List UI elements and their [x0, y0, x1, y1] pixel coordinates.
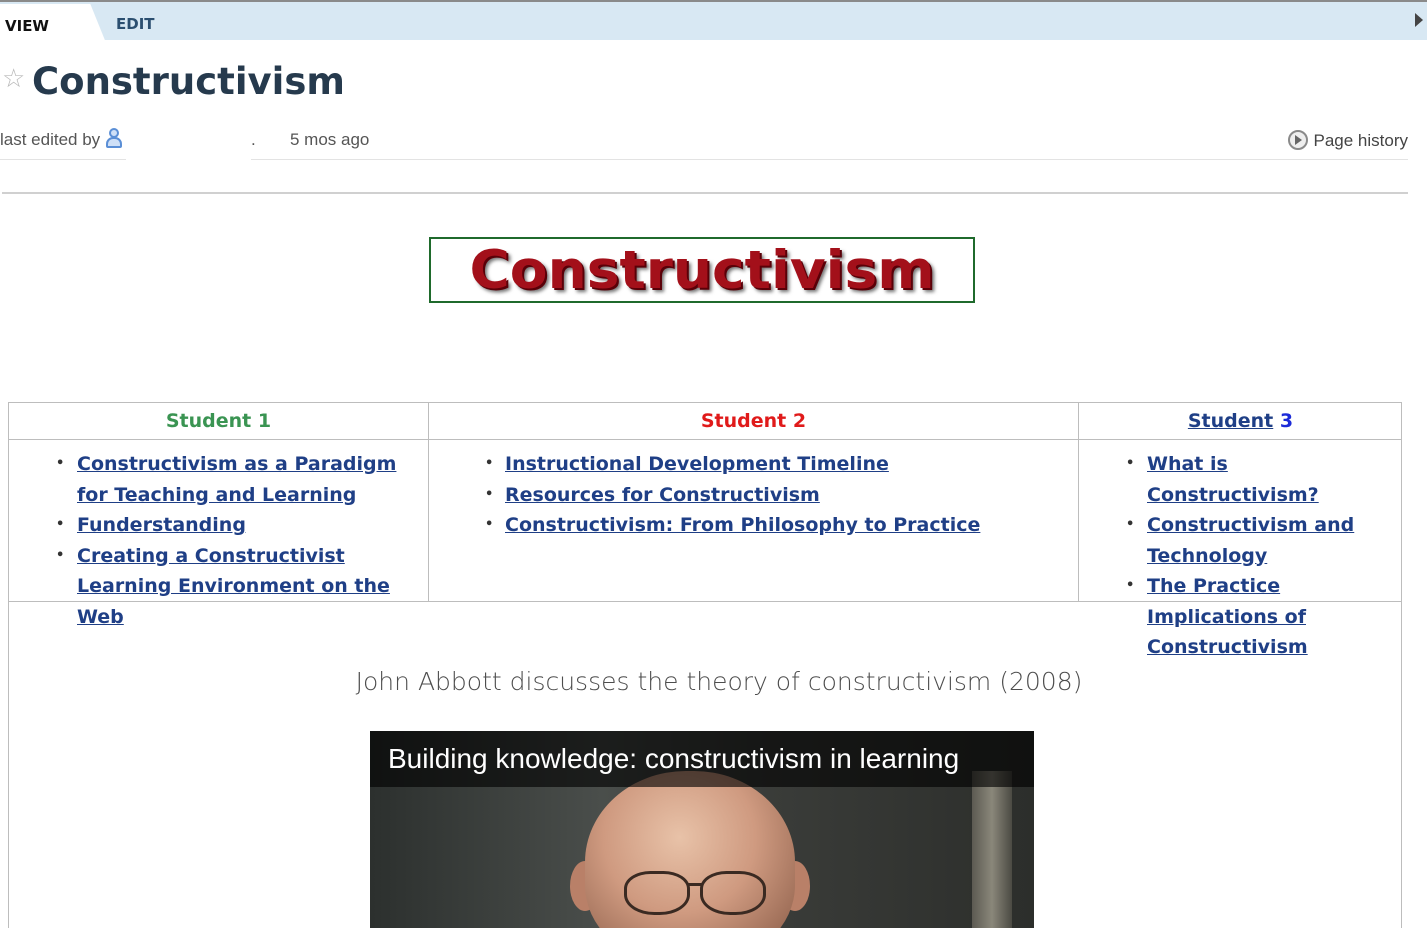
list-item: Constructivism and Technology [1079, 510, 1402, 571]
history-clock-icon [1287, 130, 1308, 150]
list-item: Funderstanding [9, 510, 428, 541]
list-item: Resources for Constructivism [429, 480, 1078, 511]
student-3-heading: Student 3 [1079, 403, 1402, 440]
constructivism-banner-image: Constructivism [429, 237, 975, 303]
student-2-column: Student 2 Instructional Development Time… [429, 403, 1079, 601]
student-1-column: Student 1 Constructivism as a Paradigm f… [9, 403, 429, 628]
page-title: Constructivism [32, 60, 345, 103]
edit-meta-bar: . 5 mos ago Page history [251, 128, 1408, 160]
scroll-right-arrow-icon[interactable] [1415, 13, 1423, 27]
link-resources-constructivism[interactable]: Resources for Constructivism [505, 484, 820, 506]
list-item: Instructional Development Timeline [429, 449, 1078, 480]
video-title[interactable]: Building knowledge: constructivism in le… [388, 743, 959, 775]
link-constructivism-technology[interactable]: Constructivism and Technology [1147, 514, 1354, 567]
editor-separator: . [251, 130, 256, 149]
student-3-heading-link[interactable]: Student [1188, 410, 1273, 432]
video-title-bar: Building knowledge: constructivism in le… [370, 731, 1034, 787]
tab-view[interactable]: VIEW [0, 4, 84, 42]
tab-edit[interactable]: EDIT [116, 15, 155, 33]
students-table: Student 1 Constructivism as a Paradigm f… [8, 402, 1402, 658]
link-instructional-timeline[interactable]: Instructional Development Timeline [505, 453, 889, 475]
list-item: What is Constructivism? [1079, 449, 1402, 510]
video-player[interactable]: Building knowledge: constructivism in le… [370, 731, 1034, 928]
last-edited-label: last edited by [0, 130, 101, 149]
link-funderstanding[interactable]: Funderstanding [77, 514, 246, 536]
link-what-is-constructivism[interactable]: What is Constructivism? [1147, 453, 1319, 506]
last-edited-info: last edited by [0, 128, 126, 160]
tab-bar: VIEW EDIT [0, 0, 1427, 42]
student-2-links: Instructional Development Timeline Resou… [429, 440, 1078, 541]
page-history-link[interactable]: Page history [1287, 130, 1409, 151]
page-history-label: Page history [1313, 131, 1409, 150]
video-caption: John Abbott discusses the theory of cons… [355, 667, 1083, 696]
user-icon[interactable] [106, 128, 122, 150]
student-3-column: Student 3 What is Constructivism? Constr… [1079, 403, 1402, 658]
picture-frame [972, 771, 1012, 928]
link-philosophy-to-practice[interactable]: Constructivism: From Philosophy to Pract… [505, 514, 980, 536]
student-3-number: 3 [1279, 410, 1294, 432]
list-item: Constructivism: From Philosophy to Pract… [429, 510, 1078, 541]
edited-time: 5 mos ago [290, 130, 370, 149]
tab-view-label: VIEW [5, 17, 49, 35]
star-icon[interactable]: ☆ [2, 64, 25, 94]
banner-text: Constructivism [469, 239, 935, 301]
list-item: Constructivism as a Paradigm for Teachin… [9, 449, 428, 510]
divider [2, 192, 1408, 194]
link-paradigm-teaching-learning[interactable]: Constructivism as a Paradigm for Teachin… [77, 453, 396, 506]
student-2-heading: Student 2 [429, 403, 1078, 440]
student-1-heading: Student 1 [9, 403, 428, 440]
